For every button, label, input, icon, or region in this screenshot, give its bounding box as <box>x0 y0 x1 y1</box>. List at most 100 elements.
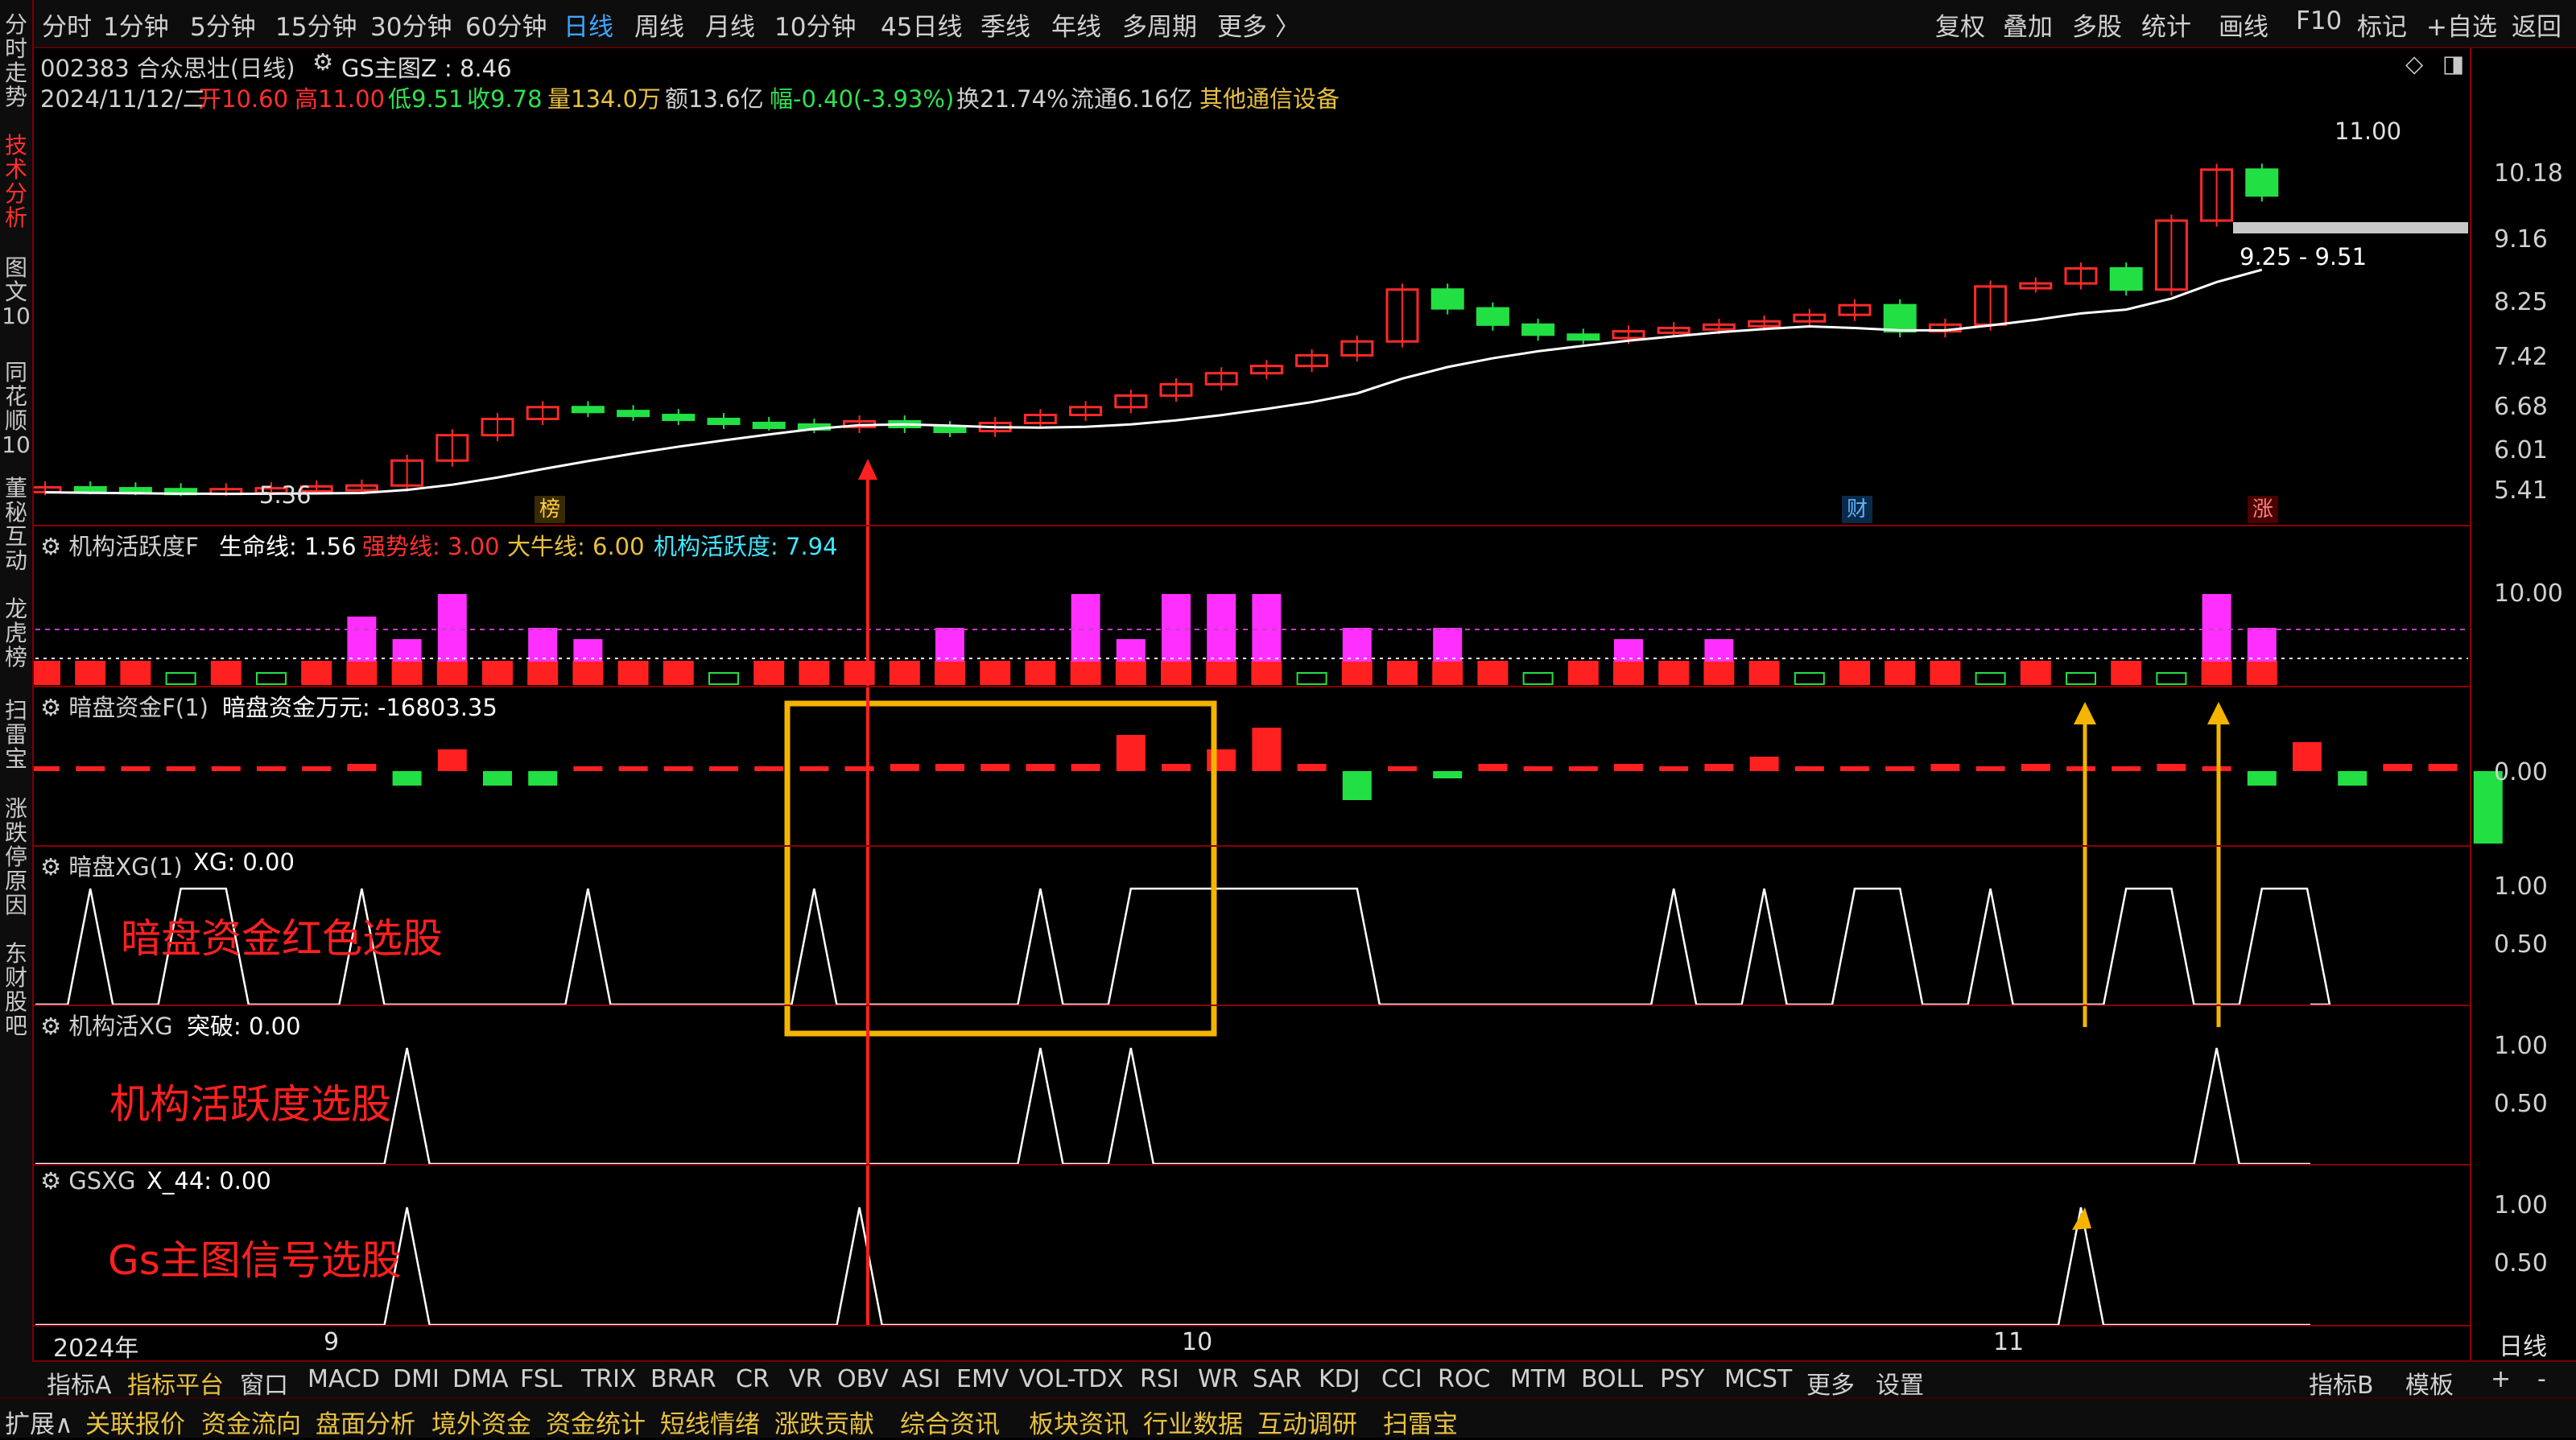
quote-sector[interactable]: 其他通信设备 <box>1199 80 1340 114</box>
period-10min[interactable]: 10分钟 <box>774 6 856 43</box>
stab-expand[interactable]: 扩展∧ <box>5 1404 73 1440</box>
pane-divider[interactable] <box>32 686 2470 687</box>
btab-wr[interactable]: WR <box>1198 1365 1239 1393</box>
btab-obv[interactable]: OBV <box>837 1365 889 1393</box>
stab-news[interactable]: 综合资讯 <box>900 1404 1000 1440</box>
btab-asi[interactable]: ASI <box>902 1365 940 1393</box>
pane2-header[interactable]: ⚙ 暗盘资金F(1) <box>40 689 208 723</box>
btab-indicator-b[interactable]: 指标B <box>2309 1365 2374 1401</box>
stab-contribution[interactable]: 涨跌贡献 <box>774 1404 874 1440</box>
tool-overlay[interactable]: 叠加 <box>2003 6 2053 43</box>
pane4-header[interactable]: ⚙ 机构活XG <box>40 1008 173 1042</box>
stab-industry-data[interactable]: 行业数据 <box>1143 1404 1243 1440</box>
btab-roc[interactable]: ROC <box>1438 1365 1490 1393</box>
event-marker-zhang[interactable]: 涨 <box>2248 496 2278 523</box>
period-30min[interactable]: 30分钟 <box>370 6 452 43</box>
period-weekly[interactable]: 周线 <box>634 6 684 43</box>
stab-sentiment[interactable]: 短线情绪 <box>660 1404 760 1440</box>
period-more[interactable]: 更多 〉 <box>1217 6 1300 43</box>
pane4-value: 突破: 0.00 <box>187 1013 301 1040</box>
zoom-out-button[interactable]: - <box>2537 1365 2546 1393</box>
pane-divider[interactable] <box>32 1325 2470 1327</box>
tool-back[interactable]: 返回 <box>2512 6 2562 43</box>
pane1-header[interactable]: ⚙ 机构活跃度F <box>40 528 199 562</box>
pane-divider[interactable] <box>32 525 2470 526</box>
stab-interaction[interactable]: 互动调研 <box>1257 1404 1357 1440</box>
btab-emv[interactable]: EMV <box>956 1365 1009 1393</box>
pane3-header[interactable]: ⚙ 暗盘XG(1) <box>40 848 183 882</box>
period-monthly[interactable]: 月线 <box>705 6 755 43</box>
pane-divider[interactable] <box>32 1164 2470 1166</box>
btab-vr[interactable]: VR <box>789 1365 822 1393</box>
btab-rsi[interactable]: RSI <box>1140 1365 1179 1393</box>
stab-sector-news[interactable]: 板块资讯 <box>1029 1404 1129 1440</box>
btab-cr[interactable]: CR <box>736 1365 770 1393</box>
tool-draw[interactable]: 画线 <box>2219 6 2268 43</box>
pane-divider[interactable] <box>32 845 2470 847</box>
btab-cci[interactable]: CCI <box>1381 1365 1422 1393</box>
stab-fund-flow[interactable]: 资金流向 <box>201 1404 301 1440</box>
tool-multistock[interactable]: 多股 <box>2072 6 2122 43</box>
period-15min[interactable]: 15分钟 <box>275 6 357 43</box>
tool-add-watchlist[interactable]: +自选 <box>2426 6 2497 43</box>
period-multi[interactable]: 多周期 <box>1122 6 1197 43</box>
btab-mtm[interactable]: MTM <box>1510 1365 1567 1393</box>
btab-sar[interactable]: SAR <box>1253 1365 1302 1393</box>
vtab-saoleibao[interactable]: 扫雷宝 <box>2 699 31 771</box>
activity-bar-base <box>482 661 513 685</box>
btab-brar[interactable]: BRAR <box>650 1365 716 1393</box>
vtab-tech-analysis[interactable]: 技术分析 <box>2 134 31 230</box>
dark-fund-bar <box>935 764 964 771</box>
btab-more[interactable]: 更多 <box>1806 1365 1855 1401</box>
stab-market-analysis[interactable]: 盘面分析 <box>316 1404 415 1440</box>
activity-bar-top <box>1162 594 1191 662</box>
pane5-header[interactable]: ⚙ GSXG <box>40 1167 135 1194</box>
settings-gear-icon[interactable]: ⚙ <box>312 48 333 76</box>
period-daily[interactable]: 日线 <box>564 6 613 43</box>
dark-fund-bar <box>1975 766 2005 771</box>
vtab-longhubang[interactable]: 龙虎榜 <box>2 597 31 670</box>
diamond-icon[interactable]: ◇ <box>2405 50 2423 77</box>
btab-mcst[interactable]: MCST <box>1724 1365 1792 1393</box>
btab-dma[interactable]: DMA <box>452 1365 509 1393</box>
btab-settings[interactable]: 设置 <box>1876 1365 1924 1401</box>
event-marker-cai[interactable]: 财 <box>1842 496 1872 523</box>
vtab-limit-reason[interactable]: 涨跌停原因 <box>2 797 31 918</box>
stab-related-quote[interactable]: 关联报价 <box>85 1404 185 1440</box>
btab-vol-tdx[interactable]: VOL-TDX <box>1019 1365 1124 1393</box>
vtab-fenshi[interactable]: 分时走势 <box>2 13 31 109</box>
vtab-dongmi[interactable]: 董秘互动 <box>2 477 31 573</box>
zoom-in-button[interactable]: + <box>2491 1365 2511 1393</box>
btab-dmi[interactable]: DMI <box>393 1365 440 1393</box>
period-5min[interactable]: 5分钟 <box>190 6 256 43</box>
pane-divider[interactable] <box>32 1005 2470 1006</box>
stab-fund-stats[interactable]: 资金统计 <box>546 1404 646 1440</box>
period-year[interactable]: 年线 <box>1051 6 1101 43</box>
btab-template[interactable]: 模板 <box>2405 1365 2454 1401</box>
btab-indicator-a[interactable]: 指标A <box>47 1365 112 1401</box>
btab-macd[interactable]: MACD <box>308 1365 380 1393</box>
stab-foreign-fund[interactable]: 境外资金 <box>431 1404 531 1440</box>
period-60min[interactable]: 60分钟 <box>465 6 547 43</box>
period-fenshi[interactable]: 分时 <box>42 6 92 43</box>
tool-f10[interactable]: F10 <box>2296 6 2342 35</box>
btab-indicator-platform[interactable]: 指标平台 <box>127 1365 224 1401</box>
panel-toggle-icon[interactable]: ◨ <box>2442 50 2464 77</box>
btab-boll[interactable]: BOLL <box>1581 1365 1643 1393</box>
btab-psy[interactable]: PSY <box>1660 1365 1704 1393</box>
period-45day[interactable]: 45日线 <box>881 6 962 43</box>
period-quarter[interactable]: 季线 <box>980 6 1030 43</box>
btab-kdj[interactable]: KDJ <box>1319 1365 1360 1393</box>
period-1min[interactable]: 1分钟 <box>103 6 169 43</box>
tool-mark[interactable]: 标记 <box>2357 6 2407 43</box>
vtab-tuwen[interactable]: 图文10 <box>2 256 31 328</box>
stab-saoleibao[interactable]: 扫雷宝 <box>1383 1404 1458 1440</box>
vtab-guba[interactable]: 东财股吧 <box>2 942 31 1038</box>
btab-fsl[interactable]: FSL <box>520 1365 563 1393</box>
btab-trix[interactable]: TRIX <box>581 1365 637 1393</box>
tool-fuquan[interactable]: 复权 <box>1935 6 1985 43</box>
tool-stats[interactable]: 统计 <box>2141 6 2191 43</box>
btab-window[interactable]: 窗口 <box>240 1365 288 1401</box>
event-marker-bang[interactable]: 榜 <box>535 496 565 523</box>
vtab-tonghuashun[interactable]: 同花顺10 <box>2 361 31 457</box>
